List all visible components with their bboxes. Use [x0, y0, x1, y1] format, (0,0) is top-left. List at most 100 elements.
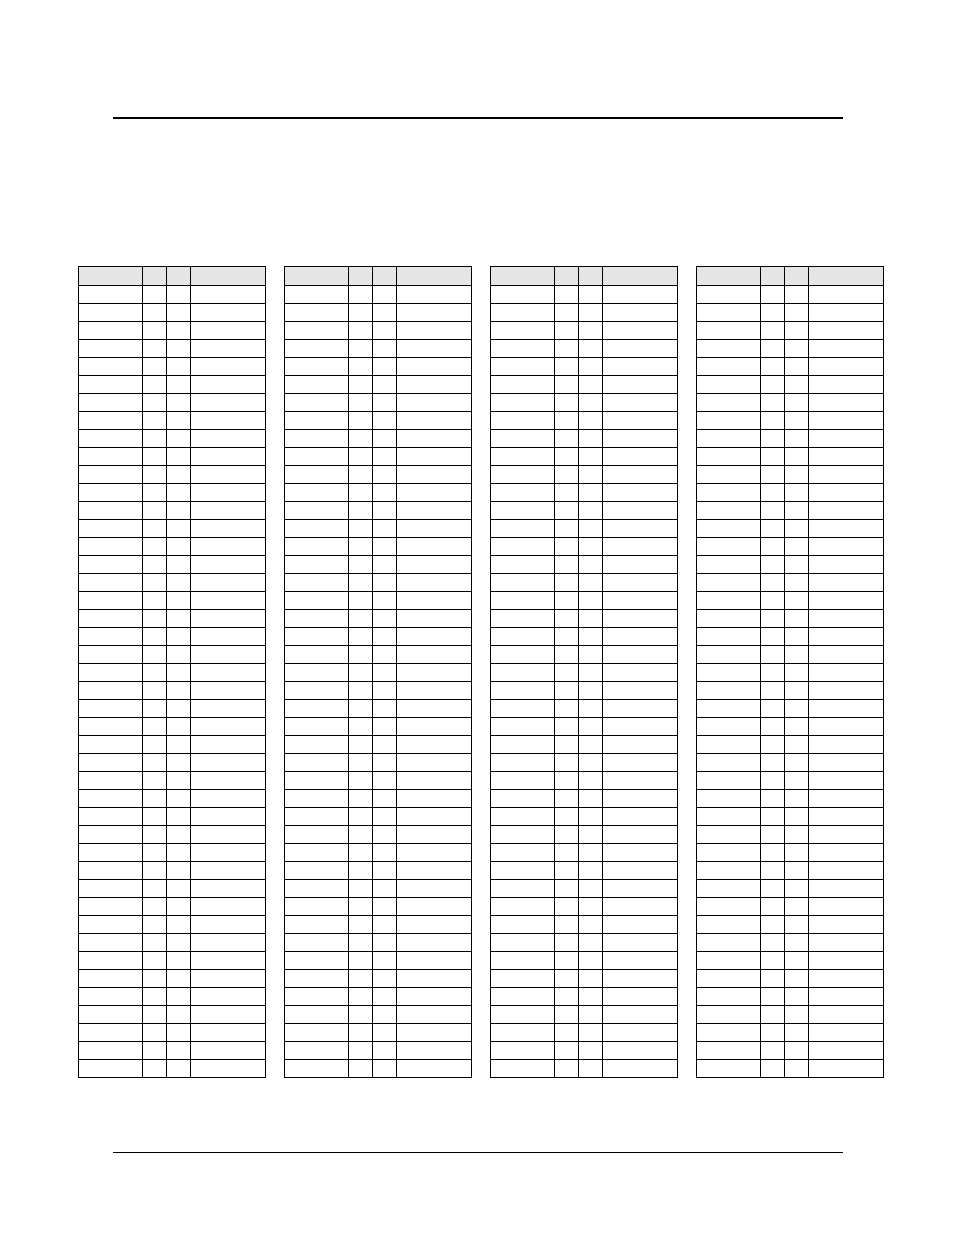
data-table	[696, 266, 884, 1078]
table-row	[491, 304, 678, 322]
table-cell	[167, 520, 191, 538]
table-row	[79, 862, 266, 880]
table-cell	[697, 466, 761, 484]
table-cell	[785, 502, 809, 520]
table-cell	[143, 538, 167, 556]
table-cell	[555, 286, 579, 304]
table-cell	[809, 340, 884, 358]
table-row	[697, 1024, 884, 1042]
table-cell	[809, 916, 884, 934]
table-cell	[349, 754, 373, 772]
table-cell	[761, 1042, 785, 1060]
table-cell	[373, 988, 397, 1006]
table-row	[285, 880, 472, 898]
table-cell	[79, 340, 143, 358]
table-row	[697, 790, 884, 808]
table-cell	[809, 376, 884, 394]
table-cell	[191, 628, 266, 646]
table-row	[285, 466, 472, 484]
table-cell	[397, 394, 472, 412]
table-cell	[191, 304, 266, 322]
table-cell	[143, 430, 167, 448]
table-cell	[761, 988, 785, 1006]
table-row	[285, 520, 472, 538]
table-cell	[143, 664, 167, 682]
table-cell	[491, 628, 555, 646]
table-cell	[397, 520, 472, 538]
table-row	[697, 466, 884, 484]
table-cell	[555, 376, 579, 394]
table-cell	[397, 610, 472, 628]
table-cell	[397, 628, 472, 646]
table-cell	[761, 880, 785, 898]
table-header-cell	[603, 267, 678, 286]
table-row	[79, 1042, 266, 1060]
table-cell	[761, 664, 785, 682]
table-row	[285, 574, 472, 592]
table-cell	[191, 898, 266, 916]
table-cell	[697, 574, 761, 592]
table-cell	[603, 988, 678, 1006]
table-cell	[603, 718, 678, 736]
table-cell	[143, 1006, 167, 1024]
table-cell	[491, 322, 555, 340]
table-cell	[697, 286, 761, 304]
table-cell	[143, 754, 167, 772]
table-cell	[555, 520, 579, 538]
table-cell	[579, 988, 603, 1006]
table-cell	[579, 1006, 603, 1024]
table-cell	[579, 718, 603, 736]
table-cell	[349, 610, 373, 628]
table-cell	[349, 1024, 373, 1042]
table-cell	[491, 358, 555, 376]
table-cell	[603, 682, 678, 700]
table-cell	[79, 934, 143, 952]
table-cell	[349, 952, 373, 970]
table-cell	[761, 286, 785, 304]
table-row	[491, 394, 678, 412]
table-cell	[491, 646, 555, 664]
table-cell	[761, 502, 785, 520]
table-cell	[79, 610, 143, 628]
table-row	[285, 394, 472, 412]
table-cell	[285, 1006, 349, 1024]
table-cell	[579, 502, 603, 520]
table-cell	[555, 970, 579, 988]
table-cell	[191, 1006, 266, 1024]
table-cell	[809, 988, 884, 1006]
table-cell	[555, 826, 579, 844]
table-row	[491, 340, 678, 358]
table-row	[491, 988, 678, 1006]
table-cell	[167, 880, 191, 898]
table-cell	[603, 358, 678, 376]
table-cell	[761, 610, 785, 628]
table-row	[79, 808, 266, 826]
table-cell	[809, 412, 884, 430]
table-cell	[785, 718, 809, 736]
table-row	[79, 988, 266, 1006]
table-cell	[397, 970, 472, 988]
table-cell	[785, 700, 809, 718]
table-row	[285, 286, 472, 304]
table-cell	[143, 934, 167, 952]
table-cell	[191, 790, 266, 808]
table-cell	[579, 682, 603, 700]
table-cell	[79, 898, 143, 916]
table-cell	[285, 304, 349, 322]
table-row	[697, 304, 884, 322]
table-cell	[191, 430, 266, 448]
table-cell	[809, 646, 884, 664]
table-cell	[697, 610, 761, 628]
table-cell	[285, 394, 349, 412]
table-header-cell	[167, 267, 191, 286]
table-cell	[79, 484, 143, 502]
table-cell	[579, 664, 603, 682]
table-cell	[191, 610, 266, 628]
table-cell	[697, 988, 761, 1006]
table-cell	[79, 1060, 143, 1078]
table-cell	[397, 1042, 472, 1060]
table-cell	[697, 1060, 761, 1078]
table-row	[491, 412, 678, 430]
table-cell	[491, 898, 555, 916]
table-cell	[785, 448, 809, 466]
